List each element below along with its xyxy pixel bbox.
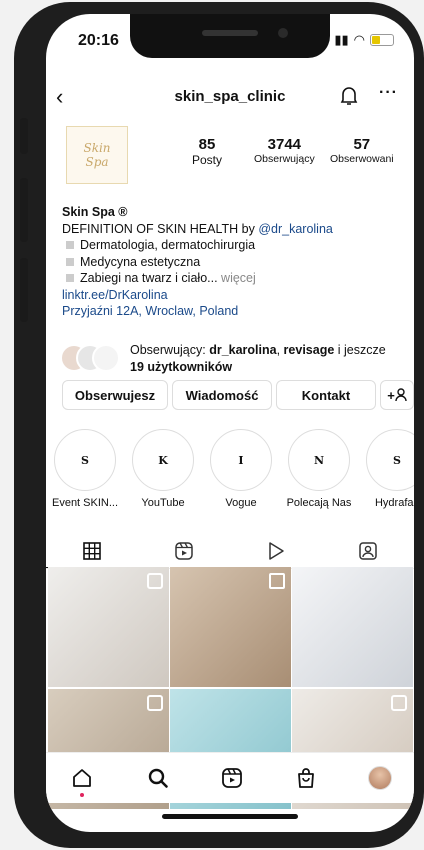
bio-bullet-text: Zabiegi na twarz i ciało... (80, 271, 218, 285)
highlight-label: Vogue (225, 497, 257, 509)
bio-bullet-text: Medycyna estetyczna (80, 254, 201, 269)
bio-more-link[interactable]: więcej (218, 271, 256, 285)
stat-posts-label: Posty (192, 153, 223, 167)
volume-down-button (20, 258, 28, 322)
signal-icon: ▮▮ (334, 32, 349, 47)
battery-icon (370, 34, 394, 46)
message-button[interactable]: Wiadomość (172, 380, 272, 410)
profile-header: ‹ skin_spa_clinic ··· (46, 84, 414, 114)
wifi-icon: ◠ (353, 32, 365, 47)
mute-switch (20, 118, 28, 154)
bell-icon[interactable] (340, 86, 358, 111)
profile-username: skin_spa_clinic (174, 88, 286, 105)
video-icon[interactable] (230, 534, 322, 567)
follower-avatar (92, 344, 120, 372)
tagged-icon[interactable] (322, 534, 414, 567)
stat-following[interactable]: 57 Obserwowani (330, 136, 394, 165)
bio-tagline-text: DEFINITION OF SKIN HEALTH by (62, 221, 259, 236)
highlight-label: Hydrafac (374, 497, 414, 509)
posts-grid (48, 567, 413, 809)
highlight-cover: S (54, 429, 116, 491)
followed-others: 19 użytkowników (130, 360, 233, 374)
stat-following-value: 57 (353, 136, 371, 153)
followed-by-text: Obserwujący: dr_karolina, revisage i jes… (130, 342, 400, 376)
stat-followers-value: 3744 (267, 136, 302, 153)
bio-website-link[interactable]: linktr.ee/DrKarolina (62, 287, 407, 304)
add-user-icon (395, 388, 407, 402)
followed-name-2: revisage (283, 343, 335, 357)
bio-tagline: DEFINITION OF SKIN HEALTH by @dr_karolin… (62, 221, 407, 238)
contact-button[interactable]: Kontakt (276, 380, 376, 410)
bio-bullet-2: Medycyna estetyczna (62, 254, 407, 271)
followed-prefix: Obserwujący: (130, 343, 210, 357)
status-icons: ▮▮ ◠ (334, 32, 394, 48)
home-indicator (162, 814, 298, 819)
highlight-label: YouTube (141, 497, 185, 509)
bio-name: Skin Spa ® (62, 205, 128, 219)
profile-bio: Skin Spa ® DEFINITION OF SKIN HEALTH by … (62, 204, 407, 320)
followed-mid: i jeszcze (334, 343, 386, 357)
highlight-cover: I (210, 429, 272, 491)
stat-followers-label: Obserwujący (254, 153, 315, 165)
story-highlights: S Event SKIN... K YouTube I Vogue N Polecają… (46, 429, 414, 509)
post-thumbnail[interactable] (48, 567, 169, 687)
stat-followers[interactable]: 3744 Obserwujący (254, 136, 315, 165)
profile-avatar-nav[interactable] (360, 763, 400, 793)
profile-actions: Obserwujesz Wiadomość Kontakt + (62, 380, 414, 410)
screen: 20:16 ▮▮ ◠ ‹ skin_spa_clinic ··· Skin Sp… (46, 14, 414, 832)
bottom-navigation (46, 752, 414, 803)
home-icon[interactable] (62, 763, 102, 797)
status-time: 20:16 (78, 32, 119, 49)
highlight-cover: S (366, 429, 414, 491)
highlight-polecaja-nas[interactable]: N Polecają Nas (284, 429, 354, 509)
highlight-cover: N (288, 429, 350, 491)
highlight-cover: K (132, 429, 194, 491)
followed-sep: , (276, 343, 284, 357)
stat-following-label: Obserwowani (330, 153, 394, 165)
reels-icon[interactable] (138, 534, 230, 567)
search-icon[interactable] (138, 763, 178, 793)
post-thumbnail[interactable] (170, 567, 291, 687)
more-options-icon[interactable]: ··· (379, 84, 398, 102)
highlight-hydrafacial[interactable]: S Hydrafac (362, 429, 414, 509)
highlight-label: Polecają Nas (286, 497, 352, 509)
avatar-logo-line2: Spa (85, 155, 109, 169)
reels-nav-icon[interactable] (212, 763, 252, 793)
add-user-plus: + (387, 387, 395, 403)
bio-mention-link[interactable]: @dr_karolina (258, 222, 333, 236)
bio-address-link[interactable]: Przyjaźni 12A, Wroclaw, Poland (62, 303, 407, 320)
followed-name-1: dr_karolina (209, 343, 277, 357)
notch (130, 14, 330, 58)
stat-posts-value: 85 (198, 136, 216, 153)
avatar-logo-line1: Skin (83, 141, 111, 155)
shop-icon[interactable] (286, 763, 326, 793)
volume-up-button (20, 178, 28, 242)
following-button[interactable]: Obserwujesz (62, 380, 168, 410)
highlight-vogue[interactable]: I Vogue (206, 429, 276, 509)
stat-posts[interactable]: 85 Posty (192, 136, 222, 167)
bio-bullet-text: Dermatologia, dermatochirurgia (80, 238, 256, 252)
profile-avatar[interactable]: Skin Spa (66, 126, 128, 184)
add-user-button[interactable]: + (380, 380, 414, 410)
bio-bullet-1: Dermatologia, dermatochirurgia (62, 237, 407, 254)
highlight-youtube[interactable]: K YouTube (128, 429, 198, 509)
highlight-event-skin[interactable]: S Event SKIN... (50, 429, 120, 509)
profile-tabs (46, 534, 414, 569)
post-thumbnail[interactable] (292, 567, 413, 687)
highlight-label: Event SKIN... (51, 497, 119, 509)
grid-icon[interactable] (46, 534, 138, 568)
bio-bullet-3: Zabiegi na twarz i ciało... więcej (62, 270, 407, 287)
